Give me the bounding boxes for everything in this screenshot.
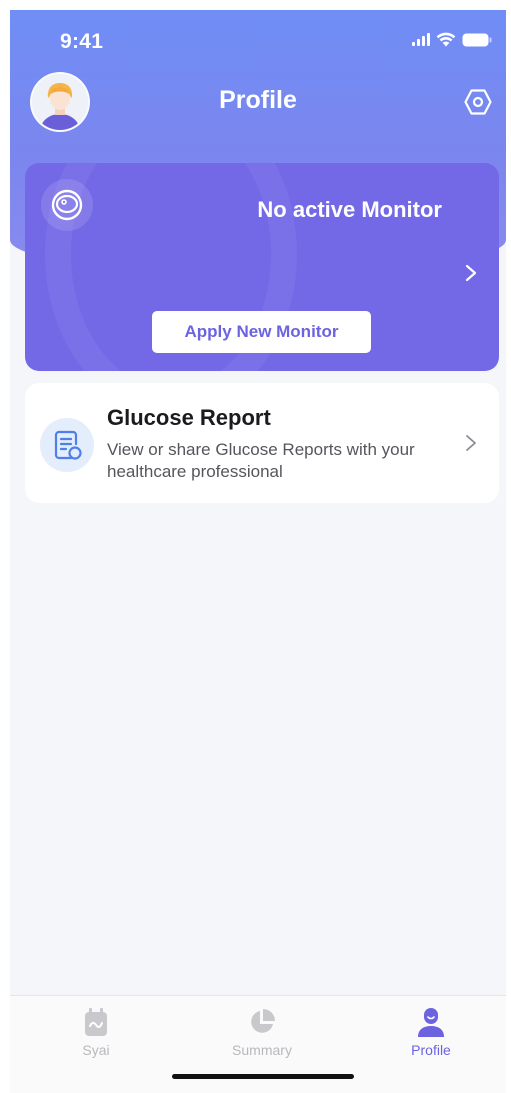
home-indicator: [172, 1074, 354, 1079]
wifi-icon: [436, 32, 456, 47]
cellular-signal-icon: [412, 33, 430, 46]
status-bar: 9:41: [10, 10, 506, 66]
person-icon: [381, 1006, 481, 1038]
settings-button[interactable]: [460, 84, 496, 120]
status-icons: [412, 32, 492, 47]
glucose-report-card[interactable]: Glucose Report View or share Glucose Rep…: [25, 383, 499, 503]
settings-hexagon-icon: [464, 89, 492, 115]
tab-label: Summary: [232, 1042, 292, 1058]
tab-syai[interactable]: Syai: [46, 1006, 146, 1058]
pie-chart-icon: [212, 1006, 312, 1038]
phone-screen: 9:41 Profile No active Monitor Apply New…: [10, 10, 506, 1093]
chevron-right-icon[interactable]: [461, 263, 481, 283]
sensor-tab-icon: [46, 1006, 146, 1038]
chevron-right-icon[interactable]: [461, 433, 481, 453]
report-document-icon: [40, 418, 94, 472]
report-title: Glucose Report: [107, 405, 271, 430]
page-title: Profile: [219, 86, 297, 114]
battery-icon: [462, 33, 492, 46]
apply-new-monitor-button[interactable]: Apply New Monitor: [152, 311, 371, 353]
tab-summary[interactable]: Summary: [212, 1006, 312, 1058]
sensor-icon: [41, 179, 93, 231]
monitor-status-title: No active Monitor: [257, 197, 442, 222]
tab-label: Syai: [82, 1042, 110, 1058]
tab-label: Profile: [411, 1042, 451, 1058]
monitor-card[interactable]: No active Monitor Apply New Monitor: [25, 163, 499, 371]
report-description: View or share Glucose Reports with your …: [107, 440, 415, 481]
tab-profile[interactable]: Profile: [381, 1006, 481, 1058]
status-time: 9:41: [60, 30, 104, 53]
